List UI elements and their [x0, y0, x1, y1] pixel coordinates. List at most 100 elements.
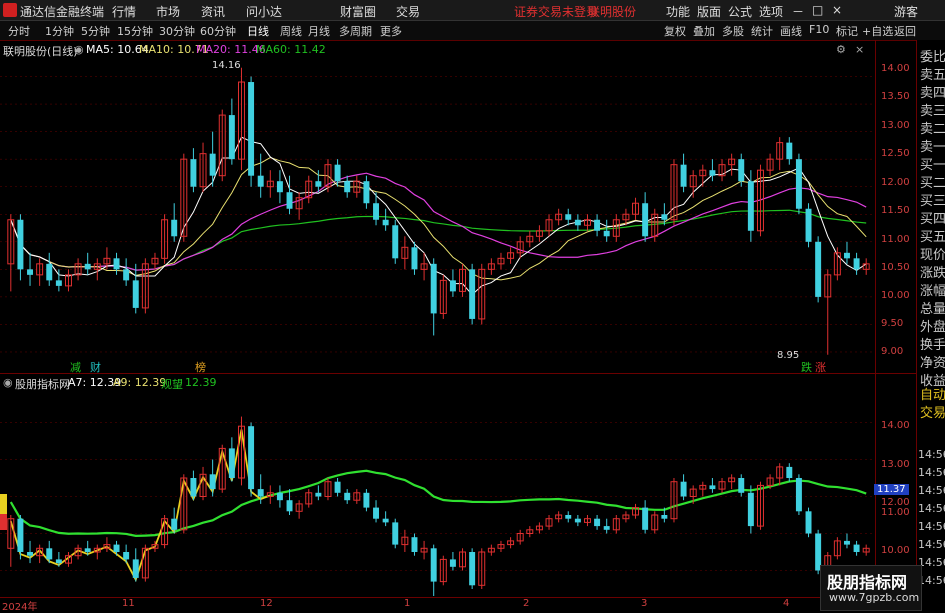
candle-body-down	[84, 263, 91, 270]
quote-label-1: 卖五	[920, 68, 945, 83]
candle-body-down	[46, 263, 53, 281]
draw-line-button[interactable]: 画线	[780, 23, 802, 39]
y-tick: 11.00	[881, 507, 910, 518]
menu-hangqing[interactable]: 行情	[112, 3, 136, 20]
y-tick: 10.50	[881, 262, 910, 273]
candle-body-down	[315, 181, 322, 187]
panel-close-icon[interactable]: ×	[855, 43, 864, 56]
panel-settings-icon[interactable]: ⚙	[836, 43, 846, 56]
tab-fenshi[interactable]: 分时	[8, 23, 30, 39]
candle-body-down	[709, 485, 716, 490]
candle-body-down	[27, 552, 34, 556]
candle-body-down	[209, 153, 216, 176]
settings-chevron-icon[interactable]: ◉	[74, 43, 84, 56]
menu-gongshi[interactable]: 公式	[728, 3, 752, 20]
y-tick: 13.50	[881, 91, 910, 102]
tab-30min[interactable]: 30分钟	[159, 23, 195, 39]
menu-xuanxiang[interactable]: 选项	[759, 3, 783, 20]
marker-cai[interactable]: 财	[90, 359, 101, 375]
tab-60min[interactable]: 60分钟	[200, 23, 236, 39]
mark-button[interactable]: 标记	[836, 23, 858, 39]
x-tick: 2	[523, 598, 530, 609]
candle-body-down	[228, 448, 235, 478]
y-tick: 9.50	[881, 318, 904, 329]
menu-shichang[interactable]: 市场	[156, 3, 180, 20]
candle-body-down	[113, 544, 120, 552]
marker-die[interactable]: 跌	[801, 359, 812, 375]
candle-body-down	[17, 518, 24, 552]
candle-body-down	[190, 478, 197, 497]
back-button[interactable]: 返回	[894, 23, 916, 39]
candle-body-down	[565, 515, 572, 519]
candle-body-down	[373, 203, 380, 220]
login-notice[interactable]: 证券交易未登录	[514, 3, 598, 20]
period-toolbar: 分时 1分钟 5分钟 15分钟 30分钟 60分钟 日线 周线 月线 多周期 更…	[0, 21, 945, 41]
multi-stock-button[interactable]: 多股	[722, 23, 744, 39]
stock-tab[interactable]: 联明股份	[588, 3, 636, 20]
quote-label-16: 换手	[920, 338, 945, 353]
candle-body-down	[469, 269, 476, 319]
marker-jian[interactable]: 减	[70, 359, 81, 375]
tab-more[interactable]: 更多	[380, 23, 402, 39]
maximize-icon[interactable]: □	[812, 3, 823, 17]
marker-zhang[interactable]: 涨	[815, 359, 826, 375]
time-entry: 14:56	[918, 484, 945, 497]
f10-button[interactable]: F10	[809, 23, 829, 36]
candle-body-down	[594, 219, 601, 231]
time-entry: 14:56	[918, 574, 945, 587]
candle-body-down	[132, 559, 139, 578]
candle-body-down	[84, 548, 91, 552]
candle-body-down	[709, 170, 716, 176]
main-candlestick-chart[interactable]	[0, 40, 875, 373]
tab-15min[interactable]: 15分钟	[117, 23, 153, 39]
indicator-settings-icon[interactable]: ◉	[3, 376, 13, 389]
indicator-chart[interactable]	[0, 374, 875, 596]
a9-label: A9: 12.39	[113, 376, 167, 389]
tab-1min[interactable]: 1分钟	[45, 23, 74, 39]
time-entry: 14:56	[918, 466, 945, 479]
y-tick: 14.00	[881, 63, 910, 74]
y-tick: 10.00	[881, 545, 910, 556]
tab-weekly[interactable]: 周线	[280, 23, 302, 39]
candle-body-down	[113, 258, 120, 270]
x-tick: 4	[783, 598, 790, 609]
candle-body-down	[257, 489, 264, 497]
date-axis: 2024年 11 12 1 2 3 4	[0, 597, 915, 613]
minimize-icon[interactable]: －	[792, 3, 804, 20]
y-tick: 13.00	[881, 120, 910, 131]
overlay-button[interactable]: 叠加	[693, 23, 715, 39]
trade-label-1[interactable]: 交易	[920, 402, 945, 421]
candle-body-down	[411, 537, 418, 552]
menu-banmian[interactable]: 版面	[697, 3, 721, 20]
tab-multi-period[interactable]: 多周期	[339, 23, 372, 39]
menu-wenxiaoda[interactable]: 问小达	[246, 3, 282, 20]
tab-monthly[interactable]: 月线	[308, 23, 330, 39]
candle-body-down	[286, 500, 293, 512]
menu-caifuquan[interactable]: 财富圈	[340, 3, 376, 20]
marker-bang[interactable]: 榜	[195, 359, 206, 375]
candle-body-down	[363, 181, 370, 204]
y-axis-divider	[875, 40, 876, 597]
signal-bar-yellow	[0, 494, 7, 514]
candle-body-down	[430, 263, 437, 314]
candle-body-down	[642, 203, 649, 237]
guest-label[interactable]: 游客	[894, 3, 918, 20]
menu-zixun[interactable]: 资讯	[201, 3, 225, 20]
trade-label-0[interactable]: 自动	[920, 384, 945, 403]
stats-button[interactable]: 统计	[751, 23, 773, 39]
signal-label: 观望	[161, 378, 183, 391]
tab-5min[interactable]: 5分钟	[81, 23, 110, 39]
watermark-url: www.7gpzb.com	[829, 591, 920, 604]
add-watchlist-button[interactable]: +自选	[862, 23, 893, 39]
x-tick: 11	[122, 598, 135, 609]
tab-daily[interactable]: 日线	[247, 23, 269, 39]
menu-gongneng[interactable]: 功能	[666, 3, 690, 20]
fuquan-button[interactable]: 复权	[664, 23, 686, 39]
candle-body-down	[190, 159, 197, 187]
time-entry: 14:56	[918, 448, 945, 461]
menu-jiaoyi[interactable]: 交易	[396, 3, 420, 20]
x-tick: 3	[641, 598, 648, 609]
close-icon[interactable]: ×	[832, 3, 842, 17]
ma60-label: MA60: 11.42	[256, 43, 326, 56]
x-tick: 12	[260, 598, 273, 609]
